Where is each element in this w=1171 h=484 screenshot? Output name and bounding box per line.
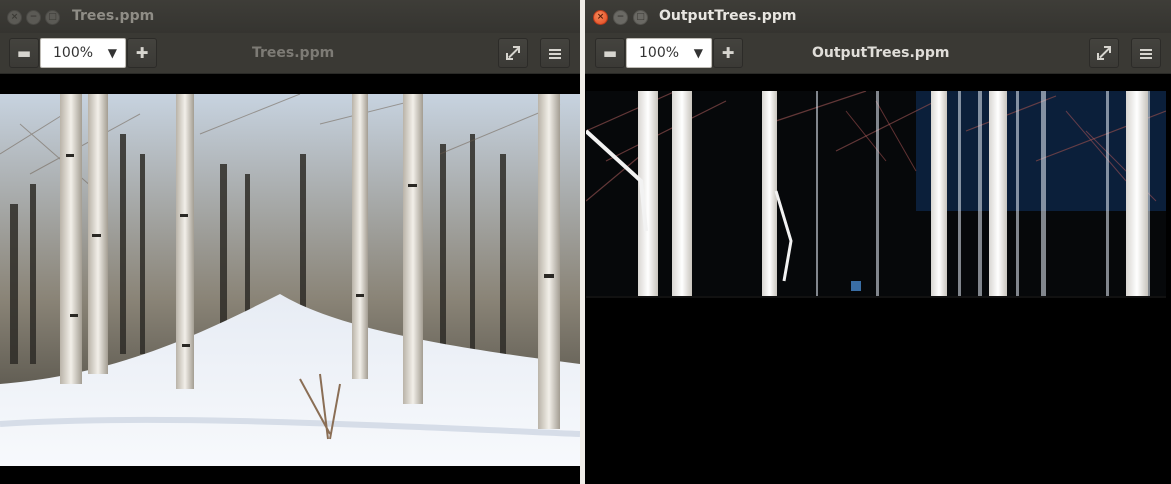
window-title: Trees.ppm <box>72 8 155 24</box>
trees-forest-photo <box>0 94 580 466</box>
close-icon[interactable]: × <box>7 10 22 25</box>
zoom-out-button[interactable]: ▬ <box>9 38 39 68</box>
minus-icon: ▬ <box>16 44 32 62</box>
document-title: Trees.ppm <box>252 45 335 61</box>
image-viewer-window-trees: × − □ Trees.ppm ▬ 100% ▼ ✚ Trees.ppm <box>0 0 580 484</box>
title-bar[interactable]: × − □ Trees.ppm <box>0 0 580 33</box>
output-trees-image <box>586 91 1166 298</box>
hamburger-menu-icon <box>1140 49 1152 59</box>
fullscreen-icon <box>506 46 520 60</box>
toolbar: ▬ 100% ▼ ✚ OutputTrees.ppm <box>585 33 1171 74</box>
output-trees-photo <box>586 91 1166 298</box>
zoom-out-button[interactable]: ▬ <box>595 38 625 68</box>
menu-button[interactable] <box>540 38 570 68</box>
menu-button[interactable] <box>1131 38 1161 68</box>
zoom-value: 100% <box>639 45 680 61</box>
maximize-icon[interactable]: □ <box>45 10 60 25</box>
plus-icon: ✚ <box>721 44 735 62</box>
chevron-down-icon: ▼ <box>107 46 117 60</box>
trees-image <box>0 94 580 466</box>
title-bar[interactable]: × − □ OutputTrees.ppm <box>585 0 1171 33</box>
fullscreen-button[interactable] <box>1089 38 1119 68</box>
minus-icon: ▬ <box>602 44 618 62</box>
document-title: OutputTrees.ppm <box>812 45 950 61</box>
plus-icon: ✚ <box>135 44 149 62</box>
zoom-level-select[interactable]: 100% ▼ <box>40 38 126 68</box>
minimize-icon[interactable]: − <box>613 10 628 25</box>
zoom-value: 100% <box>53 45 94 61</box>
toolbar: ▬ 100% ▼ ✚ Trees.ppm <box>0 33 580 74</box>
maximize-icon[interactable]: □ <box>633 10 648 25</box>
image-viewer-window-output-trees: × − □ OutputTrees.ppm ▬ 100% ▼ ✚ OutputT… <box>585 0 1171 484</box>
window-title: OutputTrees.ppm <box>659 8 797 24</box>
image-canvas[interactable] <box>585 74 1171 484</box>
zoom-level-select[interactable]: 100% ▼ <box>626 38 712 68</box>
zoom-in-button[interactable]: ✚ <box>713 38 743 68</box>
close-icon[interactable]: × <box>593 10 608 25</box>
minimize-icon[interactable]: − <box>26 10 41 25</box>
fullscreen-icon <box>1097 46 1111 60</box>
zoom-in-button[interactable]: ✚ <box>127 38 157 68</box>
hamburger-menu-icon <box>549 49 561 59</box>
image-canvas[interactable] <box>0 74 580 484</box>
fullscreen-button[interactable] <box>498 38 528 68</box>
chevron-down-icon: ▼ <box>693 46 703 60</box>
